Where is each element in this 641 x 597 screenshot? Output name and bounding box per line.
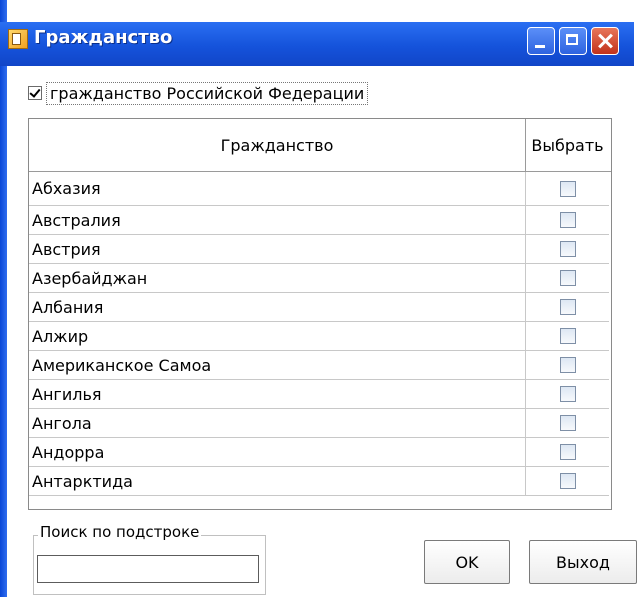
select-cell[interactable]	[526, 467, 609, 495]
select-cell[interactable]	[526, 351, 609, 379]
citizenship-table: Гражданство Выбрать Абхазия Австралия Авст…	[28, 118, 612, 510]
window-title: Гражданство	[34, 27, 173, 48]
select-checkbox[interactable]	[559, 386, 576, 402]
minimize-icon[interactable]	[527, 27, 555, 55]
select-cell[interactable]	[526, 409, 609, 437]
search-input[interactable]	[37, 555, 259, 583]
russian-citizenship-label[interactable]: гражданство Российской Федерации	[46, 81, 369, 105]
select-checkbox[interactable]	[559, 473, 576, 489]
country-name[interactable]: Андорра	[29, 438, 526, 466]
window-left-border	[0, 0, 7, 597]
select-checkbox[interactable]	[559, 357, 576, 373]
select-cell[interactable]	[526, 380, 609, 408]
ok-button[interactable]: OK	[424, 540, 510, 584]
select-cell[interactable]	[526, 206, 609, 234]
close-icon[interactable]	[591, 27, 619, 55]
select-checkbox[interactable]	[559, 212, 576, 228]
select-checkbox[interactable]	[559, 270, 576, 286]
vertical-scrollbar[interactable]	[611, 119, 612, 510]
table-row[interactable]: Андорра	[29, 438, 609, 467]
select-checkbox[interactable]	[559, 415, 576, 431]
country-name[interactable]: Азербайджан	[29, 264, 526, 292]
country-name[interactable]: Американское Самоа	[29, 351, 526, 379]
select-checkbox[interactable]	[559, 444, 576, 460]
table-row[interactable]: Абхазия	[29, 172, 609, 206]
table-row[interactable]: Алжир	[29, 322, 609, 351]
maximize-icon[interactable]	[559, 27, 587, 55]
table-row[interactable]: Австралия	[29, 206, 609, 235]
russian-citizenship-checkbox-row[interactable]: гражданство Российской Федерации	[28, 80, 369, 106]
select-cell[interactable]	[526, 235, 609, 263]
select-cell[interactable]	[526, 264, 609, 292]
search-group-title: Поиск по подстроке	[38, 523, 202, 541]
select-cell[interactable]	[526, 438, 609, 466]
table-row[interactable]: Азербайджан	[29, 264, 609, 293]
table-row[interactable]: Ангилья	[29, 380, 609, 409]
table-row[interactable]: Ангола	[29, 409, 609, 438]
app-icon	[8, 29, 28, 49]
table-row[interactable]: Австрия	[29, 235, 609, 264]
table-body: Абхазия Австралия Австрия Азербайджан Албани…	[29, 172, 609, 496]
table-row[interactable]: Американское Самоа	[29, 351, 609, 380]
select-cell[interactable]	[526, 293, 609, 321]
table-header: Гражданство Выбрать	[29, 119, 611, 172]
table-row[interactable]: Антарктида	[29, 467, 609, 496]
select-cell[interactable]	[526, 322, 609, 350]
country-name[interactable]: Абхазия	[29, 172, 526, 205]
country-name[interactable]: Австралия	[29, 206, 526, 234]
country-name[interactable]: Антарктида	[29, 467, 526, 495]
country-name[interactable]: Австрия	[29, 235, 526, 263]
table-row[interactable]: Албания	[29, 293, 609, 322]
select-checkbox[interactable]	[559, 241, 576, 257]
country-name[interactable]: Ангола	[29, 409, 526, 437]
country-name[interactable]: Ангилья	[29, 380, 526, 408]
column-header-select[interactable]: Выбрать	[526, 119, 609, 171]
country-name[interactable]: Албания	[29, 293, 526, 321]
select-checkbox[interactable]	[559, 299, 576, 315]
column-header-citizenship[interactable]: Гражданство	[29, 119, 526, 171]
select-checkbox[interactable]	[559, 328, 576, 344]
dialog-window: Гражданство гражданство Российской Федер…	[0, 0, 641, 597]
select-cell[interactable]	[526, 172, 609, 205]
russian-citizenship-checkbox[interactable]	[28, 86, 42, 100]
country-name[interactable]: Алжир	[29, 322, 526, 350]
select-checkbox[interactable]	[559, 180, 576, 197]
exit-button[interactable]: Выход	[529, 540, 637, 584]
